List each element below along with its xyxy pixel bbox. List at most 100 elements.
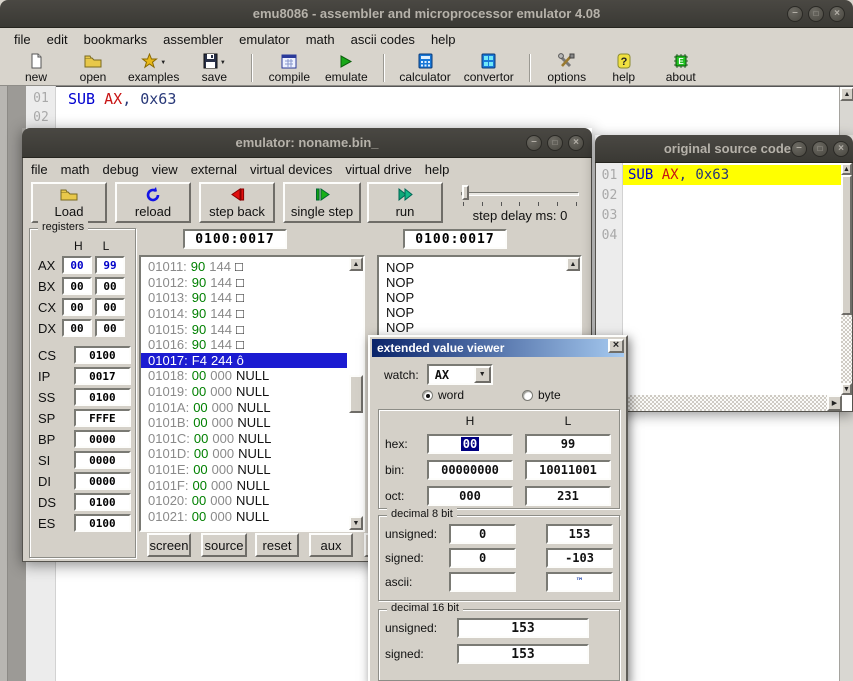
radio-icon[interactable] xyxy=(522,390,533,401)
memory-row[interactable]: 0101F:00000NULL xyxy=(141,477,347,493)
memory-row[interactable]: 0101B:00000NULL xyxy=(141,415,347,431)
scroll-up-icon[interactable] xyxy=(841,163,852,175)
scroll-right-icon[interactable] xyxy=(827,395,842,411)
minimize-icon[interactable] xyxy=(526,135,542,151)
memory-list[interactable]: 01011:90144□01012:90144□01013:90144□0101… xyxy=(139,255,365,532)
dropdown-caret-icon[interactable] xyxy=(220,51,226,69)
code-line[interactable]: 04 xyxy=(596,225,842,245)
register-cs-field[interactable]: 0100 xyxy=(74,346,131,364)
toolbar-save-button[interactable]: save xyxy=(190,50,238,85)
aux-button[interactable]: aux xyxy=(309,533,353,557)
dialog-titlebar[interactable]: extended value viewer xyxy=(372,339,624,357)
maximize-icon[interactable] xyxy=(808,6,824,22)
watch-combobox[interactable]: AX xyxy=(427,364,493,385)
hex-h-field[interactable]: 00 xyxy=(427,434,513,454)
maximize-icon[interactable] xyxy=(547,135,563,151)
toolbar-calculator-button[interactable]: calculator xyxy=(397,51,452,85)
menu-item-debug[interactable]: debug xyxy=(103,162,139,177)
close-icon[interactable] xyxy=(608,339,624,353)
radio-byte[interactable]: byte xyxy=(522,388,561,402)
menu-item-ascii-codes[interactable]: ascii codes xyxy=(343,30,423,49)
scroll-track[interactable] xyxy=(841,315,852,383)
slider-thumb[interactable] xyxy=(462,185,469,200)
scroll-thumb[interactable] xyxy=(841,175,852,315)
menu-item-virtual-drive[interactable]: virtual drive xyxy=(345,162,411,177)
minimize-icon[interactable] xyxy=(787,6,803,22)
toolbar-examples-button[interactable]: examples xyxy=(126,50,181,85)
memory-row[interactable]: 0101E:00000NULL xyxy=(141,462,347,478)
memory-row[interactable]: 01017:F4244ô xyxy=(141,353,347,369)
menu-item-edit[interactable]: edit xyxy=(39,30,76,49)
memory-address-field[interactable]: 0100:0017 xyxy=(183,229,287,249)
emulator-window-titlebar[interactable]: emulator: noname.bin_ xyxy=(22,128,592,158)
menu-item-math[interactable]: math xyxy=(298,30,343,49)
step-back-button[interactable]: step back xyxy=(199,182,275,223)
scroll-down-icon[interactable] xyxy=(841,383,852,395)
menu-item-help[interactable]: help xyxy=(423,30,464,49)
disassembly-row[interactable]: NOP xyxy=(379,320,564,335)
memory-row[interactable]: 01011:90144□ xyxy=(141,259,347,275)
code-line[interactable]: 03 xyxy=(596,205,842,225)
chevron-down-icon[interactable] xyxy=(474,366,491,383)
toolbar-open-button[interactable]: open xyxy=(69,51,117,85)
menu-item-math[interactable]: math xyxy=(61,162,90,177)
memory-row[interactable]: 01013:90144□ xyxy=(141,290,347,306)
memory-row[interactable]: 01020:00000NULL xyxy=(141,493,347,509)
signed-h-field[interactable]: 0 xyxy=(449,548,516,568)
dropdown-caret-icon[interactable] xyxy=(160,51,166,69)
toolbar-convertor-button[interactable]: convertor xyxy=(462,51,516,85)
memory-row[interactable]: 0101C:00000NULL xyxy=(141,431,347,447)
unsigned-h-field[interactable]: 0 xyxy=(449,524,516,544)
main-editor-lines[interactable]: 01SUB AX, 0x6302 xyxy=(26,89,806,127)
code-line[interactable]: 02 xyxy=(596,185,842,205)
menu-item-bookmarks[interactable]: bookmarks xyxy=(76,30,156,49)
register-ss-field[interactable]: 0100 xyxy=(74,388,131,406)
memory-row[interactable]: 01015:90144□ xyxy=(141,321,347,337)
register-dx-h-field[interactable]: 00 xyxy=(62,319,92,337)
memory-row[interactable]: 0101D:00000NULL xyxy=(141,446,347,462)
source-vscrollbar[interactable] xyxy=(841,163,852,395)
disassembly-row[interactable]: NOP xyxy=(379,275,564,290)
register-es-field[interactable]: 0100 xyxy=(74,514,131,532)
scroll-up-icon[interactable] xyxy=(349,257,363,271)
signed-l-field[interactable]: -103 xyxy=(546,548,613,568)
disassembly-row[interactable]: NOP xyxy=(379,290,564,305)
scroll-up-icon[interactable] xyxy=(840,87,853,101)
scroll-thumb[interactable] xyxy=(349,375,363,413)
screen-button[interactable]: screen xyxy=(147,533,191,557)
source-button[interactable]: source xyxy=(201,533,247,557)
radio-selected-icon[interactable] xyxy=(422,390,433,401)
register-ax-h-field[interactable]: 00 xyxy=(62,256,92,274)
memory-row[interactable]: 01014:90144□ xyxy=(141,306,347,322)
scroll-up-icon[interactable] xyxy=(566,257,580,271)
toolbar-help-button[interactable]: ?help xyxy=(600,51,648,85)
register-ds-field[interactable]: 0100 xyxy=(74,493,131,511)
signed-value-field[interactable]: 153 xyxy=(457,644,589,664)
code-line[interactable]: 01SUB AX, 0x63 xyxy=(596,165,842,185)
ascii-h-field[interactable] xyxy=(449,572,516,592)
register-dx-l-field[interactable]: 00 xyxy=(95,319,125,337)
register-bx-l-field[interactable]: 00 xyxy=(95,277,125,295)
oct-h-field[interactable]: 000 xyxy=(427,486,513,506)
close-icon[interactable] xyxy=(833,141,849,157)
close-icon[interactable] xyxy=(829,6,845,22)
bin-l-field[interactable]: 10011001 xyxy=(525,460,611,480)
menu-item-external[interactable]: external xyxy=(191,162,237,177)
menu-item-file[interactable]: file xyxy=(6,30,39,49)
maximize-icon[interactable] xyxy=(812,141,828,157)
memory-row[interactable]: 01016:90144□ xyxy=(141,337,347,353)
run-button[interactable]: run xyxy=(367,182,443,223)
menu-item-virtual-devices[interactable]: virtual devices xyxy=(250,162,332,177)
hex-l-field[interactable]: 99 xyxy=(525,434,611,454)
unsigned-value-field[interactable]: 153 xyxy=(457,618,589,638)
scroll-track[interactable] xyxy=(596,395,827,411)
disasm-address-field[interactable]: 0100:0017 xyxy=(403,229,507,249)
scroll-down-icon[interactable] xyxy=(349,516,363,530)
disassembly-row[interactable]: NOP xyxy=(379,260,564,275)
menu-item-assembler[interactable]: assembler xyxy=(155,30,231,49)
toolbar-about-button[interactable]: Eabout xyxy=(657,51,705,85)
single-step-button[interactable]: single step xyxy=(283,182,361,223)
memory-row[interactable]: 01018:00000NULL xyxy=(141,368,347,384)
close-icon[interactable] xyxy=(568,135,584,151)
load-button[interactable]: Load xyxy=(31,182,107,223)
